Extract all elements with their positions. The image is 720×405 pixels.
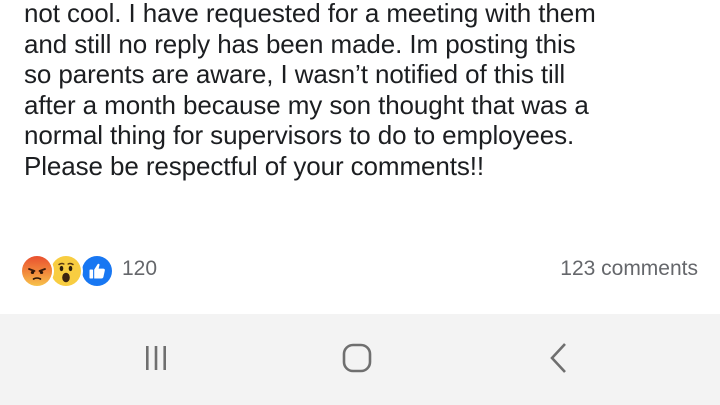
home-icon [337, 338, 377, 383]
reactions-bar: 120 123 comments [20, 252, 700, 288]
back-icon [540, 338, 580, 383]
post-text-line: not cool. I have requested for a meeting… [24, 0, 596, 28]
screen: not cool. I have requested for a meeting… [0, 0, 720, 405]
post-text-line: after a month because my son thought tha… [24, 89, 589, 120]
reactions-summary[interactable] [20, 254, 120, 288]
home-button[interactable] [327, 338, 387, 382]
comments-count-link[interactable]: 123 comments [560, 257, 698, 281]
post-text-line: and still no reply has been made. Im pos… [24, 28, 576, 59]
reaction-count[interactable]: 120 [122, 257, 157, 281]
system-navigation-bar [0, 314, 720, 405]
angry-reaction-icon [20, 254, 54, 288]
post-text-line: so parents are aware, I wasn’t notified … [24, 59, 566, 89]
post-text-line: Please be respectful of your comments!! [24, 150, 484, 181]
recent-apps-icon [136, 338, 176, 383]
post-text-line: normal thing for supervisors to do to em… [24, 120, 575, 150]
back-button[interactable] [530, 338, 590, 382]
like-reaction-icon [80, 254, 114, 288]
post-text: not cool. I have requested for a meeting… [24, 0, 714, 181]
recent-apps-button[interactable] [126, 338, 186, 382]
wow-reaction-icon [49, 254, 83, 288]
